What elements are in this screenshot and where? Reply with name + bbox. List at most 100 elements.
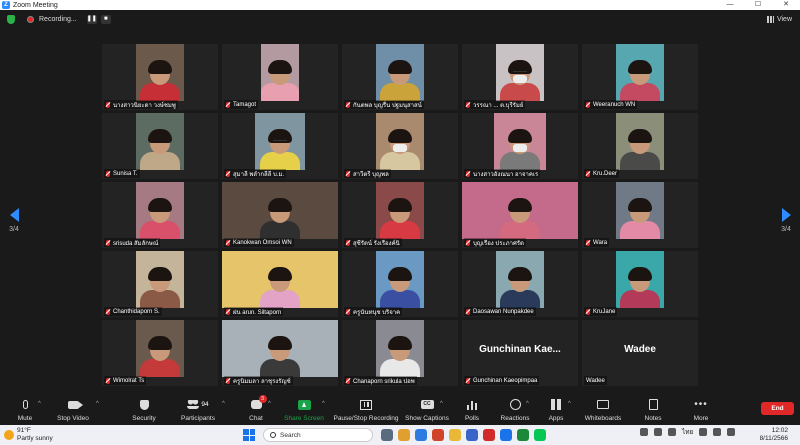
share-screen-button[interactable]: Share Screen [284,394,324,422]
apps-grid-icon [550,399,562,410]
mute-button[interactable]: Mute [12,394,38,422]
pause-stop-recording-label: Pause/Stop Recording [333,415,399,422]
wifi-icon[interactable] [699,428,708,436]
audio-options-chevron-icon[interactable]: ^ [38,401,41,407]
file-explorer-icon[interactable] [449,429,461,441]
participant-name: Gunchinan Kaeopimpaa [473,377,538,384]
participant-tile[interactable]: KruJane [582,251,698,317]
participant-tile[interactable]: Wara [582,182,698,248]
participant-tile[interactable]: Chanaporn srikula ปอพ [342,320,458,386]
shield-icon [139,399,149,410]
taskbar-search[interactable]: Search [263,428,373,442]
previous-page-button[interactable]: 3/4 [6,208,22,233]
clock-time: 12:02 [771,427,788,434]
participant-tile[interactable]: Chanthidaporn S. [102,251,218,317]
tray-chevron-icon[interactable] [640,428,648,436]
speaker-icon[interactable] [713,428,722,436]
participant-figure [140,336,180,377]
muted-microphone-icon [466,308,470,315]
apps-label: Apps [548,415,564,422]
participants-chevron-icon[interactable]: ^ [222,401,225,407]
participants-button[interactable]: 94 Participants [178,394,218,422]
participant-tile[interactable]: Wimolrat Ts [102,320,218,386]
participant-tile[interactable]: Wadee Wadee [582,320,698,386]
apps-button[interactable]: Apps [546,394,566,422]
polls-button[interactable]: Polls [462,394,482,422]
participant-tile[interactable]: Tamagot [222,44,338,110]
view-button[interactable]: View [766,15,792,23]
pause-stop-recording-button[interactable]: Pause/Stop Recording [333,394,399,422]
stop-recording-button[interactable]: ■ [100,14,111,24]
next-page-button[interactable]: 3/4 [778,208,794,233]
end-meeting-button[interactable]: End [761,402,794,415]
tray-app-icon-2[interactable] [668,428,676,436]
show-captions-button[interactable]: CC Show Captions [405,394,449,422]
security-button[interactable]: Security [128,394,160,422]
excel-icon[interactable] [517,429,529,441]
participant-tile[interactable]: บุญเรือง ประภาศรัต [462,182,578,248]
task-view-icon[interactable] [381,429,393,441]
pause-recording-icon [360,399,372,410]
muted-microphone-icon [346,170,350,177]
clock[interactable]: 12:02 8/11/2566 [748,427,788,443]
participant-tile[interactable]: Kru.Deer [582,113,698,179]
whiteboards-button[interactable]: Whiteboards [583,394,623,422]
line-icon[interactable] [534,429,546,441]
video-options-chevron-icon[interactable]: ^ [96,401,99,407]
weather-widget[interactable]: 91°F Partly sunny [4,427,53,443]
participant-tile[interactable]: สุมาลี พลำกลีลี บ.ม. [222,113,338,179]
notes-button[interactable]: Notes [642,394,664,422]
security-label: Security [132,415,156,422]
participant-video [376,251,424,308]
microphone-icon [22,400,28,409]
stop-video-button[interactable]: Stop Video [54,394,92,422]
participant-tile[interactable]: สาวีตรี บุญพล [342,113,458,179]
participant-tile[interactable]: นางสาวอังณนา อาจาคเร [462,113,578,179]
participant-tile[interactable]: Kanokwan Omsoi WN [222,182,338,248]
edge-icon[interactable] [500,429,512,441]
captions-chevron-icon[interactable]: ^ [440,401,443,407]
muted-microphone-icon [226,308,230,315]
chrome-icon[interactable] [398,429,410,441]
participant-tile[interactable]: ครูนิมมลา ลาชุรงรัญช์ [222,320,338,386]
close-button[interactable]: ✕ [772,0,800,10]
participant-figure [500,267,540,308]
participant-video [136,251,184,308]
share-chevron-icon[interactable]: ^ [322,401,325,407]
minimize-button[interactable]: — [716,0,744,10]
chat-button[interactable]: 3 Chat [244,394,268,422]
input-language[interactable]: ไทย [682,427,693,437]
participant-name-tag: KruJane [584,307,618,316]
participant-tile[interactable]: Weeranuch WN [582,44,698,110]
participant-tile[interactable]: สุชีรัตน์ รังเรืองค์นิ [342,182,458,248]
participant-tile[interactable]: srisuda สัมลักษณ์ [102,182,218,248]
pdf-icon[interactable] [483,429,495,441]
battery-icon[interactable] [727,428,736,436]
participant-video [136,113,184,170]
more-button[interactable]: ••• More [689,394,713,422]
chat-chevron-icon[interactable]: ^ [268,401,271,407]
maximize-button[interactable]: ☐ [744,0,772,10]
office-icon[interactable] [432,429,444,441]
tray-app-icon[interactable] [654,428,662,436]
muted-microphone-icon [466,170,470,177]
zoom-taskbar-icon[interactable] [415,429,427,441]
reactions-button[interactable]: Reactions [500,394,530,422]
participant-tile[interactable]: ครูนันทนุช บริจาค [342,251,458,317]
participant-tile[interactable]: วรรณา ... ต.บุรีรัมย์ [462,44,578,110]
reactions-chevron-icon[interactable]: ^ [526,401,529,407]
participant-name-tag: Kru.Deer [584,169,620,178]
participant-tile[interactable]: Gunchinan Kae... Gunchinan Kaeopimpaa [462,320,578,386]
participant-tile[interactable]: ฝน arun. Siltaporn [222,251,338,317]
participant-video [376,320,424,377]
participant-figure [380,267,420,308]
encryption-shield-icon[interactable] [7,14,15,24]
word-icon[interactable] [466,429,478,441]
windows-start-icon[interactable] [243,429,255,441]
apps-chevron-icon[interactable]: ^ [568,401,571,407]
participant-tile[interactable]: นางสาวนิยะดา วงษ์ชมพู [102,44,218,110]
pause-recording-button[interactable]: ❚❚ [86,14,97,24]
participant-tile[interactable]: Daosawan Nunpakdee [462,251,578,317]
participant-tile[interactable]: Sunisa T. [102,113,218,179]
participant-tile[interactable]: กันตพล บุญรื่น ปฐมนุสาสน์ [342,44,458,110]
